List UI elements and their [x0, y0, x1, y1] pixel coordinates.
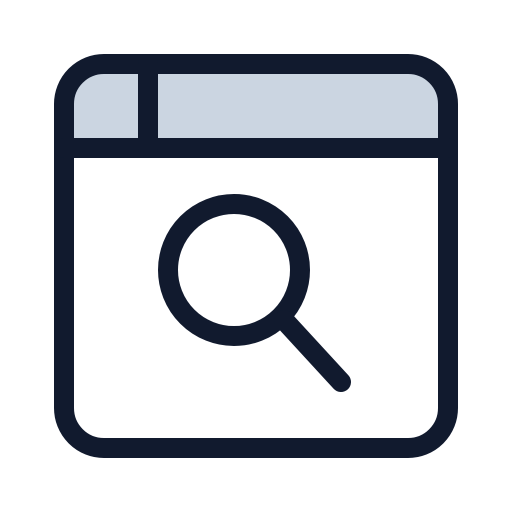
title-bar	[64, 64, 448, 148]
browser-window-search-icon	[54, 54, 458, 458]
magnifying-glass-icon	[158, 194, 351, 392]
magnifier-handle	[274, 310, 351, 392]
icon-canvas	[0, 0, 512, 512]
